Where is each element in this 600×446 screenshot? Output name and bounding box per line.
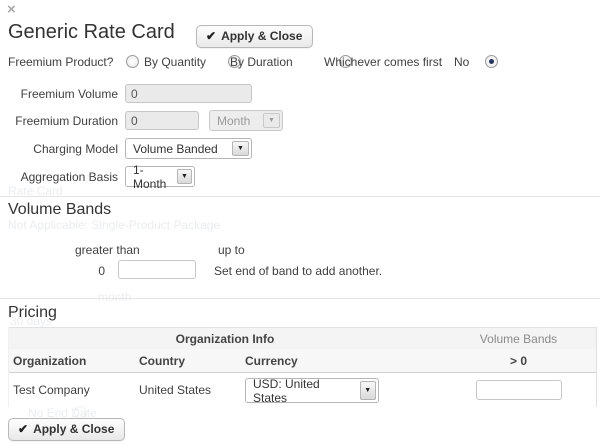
up-to-column-label: up to [218, 243, 245, 257]
aggregation-basis-label: Aggregation Basis [6, 170, 118, 184]
pricing-table: Organization Info Volume Bands Organizat… [8, 327, 597, 407]
aggregation-basis-value: 1-Month [133, 163, 171, 191]
freemium-duration-unit-select[interactable]: Month ▼ [209, 110, 283, 131]
radio-whichever-first-label[interactable]: Whichever comes first [324, 55, 442, 69]
price-input[interactable] [476, 380, 562, 400]
pricing-heading: Pricing [8, 304, 57, 322]
apply-close-label: Apply & Close [221, 29, 302, 43]
apply-close-label: Apply & Close [33, 422, 114, 436]
band-column-header: > 0 [441, 354, 596, 368]
band-start-value: 0 [60, 264, 105, 278]
charging-model-value: Volume Banded [133, 142, 218, 156]
section-divider [0, 298, 600, 299]
freemium-volume-label: Freemium Volume [6, 87, 118, 101]
organization-info-group-header: Organization Info [9, 332, 441, 346]
dropdown-arrow-icon: ▼ [177, 169, 192, 184]
greater-than-column-label: greater than [75, 243, 140, 257]
freemium-duration-input[interactable] [125, 111, 199, 130]
section-divider [0, 196, 600, 197]
dropdown-arrow-icon: ▼ [232, 141, 249, 156]
aggregation-basis-select[interactable]: 1-Month ▼ [125, 166, 195, 187]
organization-cell: Test Company [9, 383, 139, 397]
close-icon[interactable]: × [7, 1, 16, 18]
dropdown-arrow-icon: ▼ [263, 113, 280, 128]
charging-model-select[interactable]: Volume Banded ▼ [125, 138, 252, 159]
volume-bands-group-header: Volume Bands [441, 332, 596, 346]
radio-by-quantity[interactable] [126, 55, 139, 68]
currency-select[interactable]: USD: United States ▼ [245, 378, 379, 403]
currency-column-header: Currency [245, 354, 441, 368]
radio-no-label[interactable]: No [454, 55, 469, 69]
radio-by-quantity-label[interactable]: By Quantity [144, 55, 206, 69]
checkmark-icon: ✔ [18, 422, 28, 436]
country-column-header: Country [139, 354, 245, 368]
charging-model-label: Charging Model [6, 142, 118, 156]
dropdown-arrow-icon: ▼ [360, 381, 376, 400]
price-cell [441, 380, 596, 400]
page-title: Generic Rate Card [8, 21, 175, 44]
rate-card-dialog: × Generic Rate Card ✔ Apply & Close Free… [0, 0, 600, 446]
checkmark-icon: ✔ [206, 29, 216, 43]
apply-close-button-top[interactable]: ✔ Apply & Close [196, 25, 313, 48]
ghost-text: month [98, 290, 131, 304]
country-cell: United States [139, 383, 245, 397]
freemium-product-label: Freemium Product? [8, 55, 113, 69]
radio-no[interactable] [485, 55, 498, 68]
ghost-text: Not Applicable: Single-Product Package [8, 218, 220, 232]
currency-value: USD: United States [253, 377, 354, 405]
freemium-volume-input[interactable] [125, 84, 252, 103]
currency-cell: USD: United States ▼ [245, 377, 441, 404]
pricing-column-header-row: Organization Country Currency > 0 [9, 349, 596, 373]
apply-close-button-bottom[interactable]: ✔ Apply & Close [8, 418, 125, 441]
freemium-duration-unit-value: Month [217, 114, 250, 128]
organization-column-header: Organization [9, 354, 139, 368]
radio-by-duration-label[interactable]: By Duration [230, 55, 293, 69]
freemium-duration-label: Freemium Duration [6, 114, 118, 128]
band-end-input[interactable] [118, 260, 196, 279]
band-helper-text: Set end of band to add another. [214, 264, 382, 278]
table-row: Test Company United States USD: United S… [9, 373, 596, 407]
pricing-group-header-row: Organization Info Volume Bands [9, 327, 596, 349]
volume-bands-heading: Volume Bands [8, 201, 111, 219]
